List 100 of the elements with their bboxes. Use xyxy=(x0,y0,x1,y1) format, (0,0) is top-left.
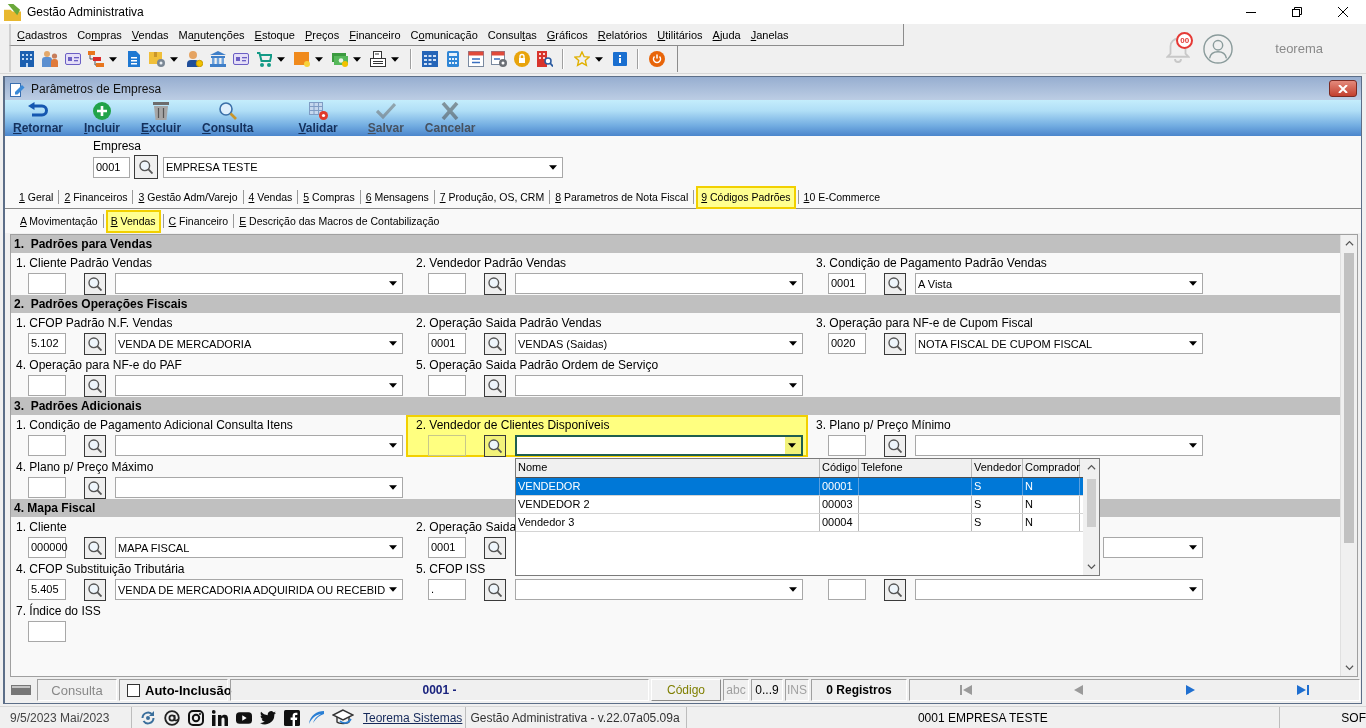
search-button[interactable] xyxy=(84,578,106,601)
caret-icon[interactable] xyxy=(548,164,557,170)
facebook-icon[interactable] xyxy=(284,709,300,726)
caret-icon[interactable] xyxy=(388,281,397,286)
caret-icon[interactable] xyxy=(595,56,603,62)
wing-icon[interactable] xyxy=(308,709,324,726)
instagram-icon[interactable] xyxy=(188,709,204,726)
youtube-icon[interactable] xyxy=(236,709,252,726)
tab[interactable]: 10 E-Commerce xyxy=(800,188,883,206)
code-field[interactable] xyxy=(428,375,466,396)
search-button[interactable] xyxy=(84,434,106,457)
code-field[interactable] xyxy=(28,435,66,456)
column-header[interactable]: Comprador xyxy=(1023,459,1080,477)
toolbar-button[interactable]: Consulta xyxy=(201,100,255,136)
user-coin-icon[interactable] xyxy=(186,51,203,67)
caret-icon[interactable] xyxy=(109,56,117,62)
chevron-down-icon[interactable] xyxy=(1086,564,1096,570)
sync-icon[interactable] xyxy=(140,709,156,726)
tab[interactable]: 4 Vendas xyxy=(245,188,296,206)
dropdown-field[interactable] xyxy=(915,435,1203,456)
tab[interactable]: 9 Códigos Padrões xyxy=(696,185,796,209)
code-field[interactable] xyxy=(428,435,466,456)
tab[interactable]: 2 Financeiros xyxy=(61,188,131,206)
tab[interactable]: C Financeiro xyxy=(165,212,232,230)
search-button[interactable] xyxy=(884,434,906,457)
calendar-grid-icon[interactable] xyxy=(421,51,438,67)
twitter-icon[interactable] xyxy=(260,709,276,726)
cart-icon[interactable] xyxy=(255,51,272,67)
dropdown-field[interactable] xyxy=(515,579,803,600)
code-field[interactable] xyxy=(28,375,66,396)
search-button[interactable] xyxy=(484,332,506,355)
caret-icon[interactable] xyxy=(787,443,796,448)
close-button[interactable] xyxy=(1329,80,1357,97)
column-header[interactable]: Nome xyxy=(516,459,820,477)
toolbar-button[interactable]: Retornar xyxy=(12,100,64,136)
dropdown-field[interactable]: MAPA FISCAL xyxy=(115,537,403,558)
code-field[interactable] xyxy=(28,477,66,498)
bank-icon[interactable] xyxy=(209,51,226,67)
power-icon[interactable] xyxy=(648,51,665,67)
caret-icon[interactable] xyxy=(388,383,397,388)
menu-item[interactable]: Preços xyxy=(299,28,345,41)
search-button[interactable] xyxy=(484,272,506,295)
tab[interactable]: 3 Gestão Adm/Varejo xyxy=(135,188,241,206)
calendar-icon[interactable] xyxy=(467,51,484,67)
menu-item[interactable]: Compras xyxy=(72,28,127,41)
menu-item[interactable]: Relatórios xyxy=(592,28,653,41)
search-button[interactable] xyxy=(484,434,506,457)
column-header[interactable]: Código xyxy=(820,459,859,477)
box-icon[interactable] xyxy=(148,51,165,67)
code-field[interactable]: 5.102 xyxy=(28,333,66,354)
website-link[interactable]: Teorema Sistemas xyxy=(360,707,466,728)
caret-icon[interactable] xyxy=(388,341,397,346)
chevron-up-icon[interactable] xyxy=(1086,464,1096,470)
search-button[interactable] xyxy=(484,536,506,559)
dropdown-field[interactable] xyxy=(115,273,403,294)
dropdown-field[interactable] xyxy=(515,273,803,294)
code-field[interactable] xyxy=(828,579,866,600)
toolbar-button[interactable]: Validar xyxy=(297,100,339,136)
caret-icon[interactable] xyxy=(388,587,397,592)
graduation-cap-icon[interactable] xyxy=(332,708,354,727)
menu-item[interactable]: Financeiro xyxy=(344,28,406,41)
column-header[interactable]: Telefone xyxy=(859,459,972,477)
avatar-icon[interactable] xyxy=(1203,33,1234,64)
code-field[interactable]: 0001 xyxy=(828,273,866,294)
dropdown-field[interactable]: VENDA DE MERCADORIA ADQUIRIDA OU RECEBID xyxy=(115,579,403,600)
chevron-down-icon[interactable] xyxy=(1344,665,1354,671)
search-button[interactable] xyxy=(84,332,106,355)
org-chart-icon[interactable] xyxy=(87,51,104,67)
menu-item[interactable]: Cadastros xyxy=(12,28,73,41)
search-button[interactable] xyxy=(134,155,158,179)
menu-item[interactable]: Estoque xyxy=(249,28,300,41)
menu-item[interactable]: Janelas xyxy=(745,28,794,41)
search-button[interactable] xyxy=(484,578,506,601)
caret-icon[interactable] xyxy=(315,56,323,62)
dropdown-field[interactable] xyxy=(515,375,803,396)
tab[interactable]: 6 Mensagens xyxy=(362,188,432,206)
menu-item[interactable]: Comunicação xyxy=(405,28,483,41)
id-card-icon[interactable] xyxy=(232,51,249,67)
building-icon[interactable] xyxy=(18,51,35,67)
search-button[interactable] xyxy=(884,578,906,601)
caret-icon[interactable] xyxy=(277,56,285,62)
search-button[interactable] xyxy=(84,272,106,295)
caret-icon[interactable] xyxy=(1188,341,1197,346)
code-field[interactable] xyxy=(28,273,66,294)
menu-item[interactable]: Consultas xyxy=(482,28,542,41)
caret-icon[interactable] xyxy=(1188,545,1197,550)
code-field[interactable]: 000000 xyxy=(28,537,66,558)
dropdown-field[interactable] xyxy=(115,477,403,498)
list-row[interactable]: Vendedor 3 00004 S N xyxy=(516,514,1083,532)
code-field[interactable]: 0001 xyxy=(428,537,466,558)
dropdown-field[interactable]: VENDAS (Saidas) xyxy=(515,333,803,354)
at-sign-icon[interactable] xyxy=(164,709,180,726)
calendar-gear-icon[interactable] xyxy=(490,51,507,67)
caret-icon[interactable] xyxy=(388,443,397,448)
code-field[interactable]: 0020 xyxy=(828,333,866,354)
linkedin-icon[interactable] xyxy=(212,709,228,726)
caret-icon[interactable] xyxy=(788,341,797,346)
code-field[interactable]: 5.405 xyxy=(28,579,66,600)
code-field[interactable]: . xyxy=(428,579,466,600)
menu-item[interactable]: Utilitários xyxy=(652,28,708,41)
